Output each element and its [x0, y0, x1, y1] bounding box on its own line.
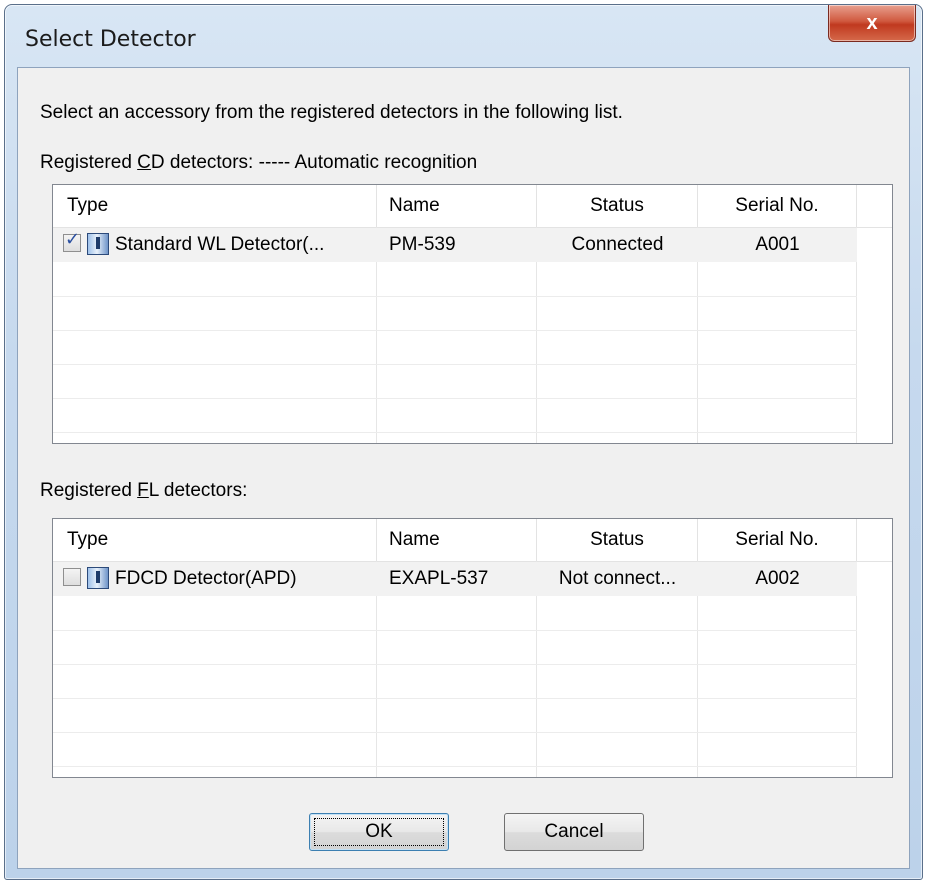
cd-detectors-label: Registered CD detectors: ----- Automatic… [40, 152, 478, 173]
cancel-button[interactable]: Cancel [504, 813, 644, 851]
table-row[interactable]: FDCD Detector(APD) EXAPL-537 Not connect… [53, 562, 857, 596]
ok-button[interactable]: OK [309, 813, 449, 851]
column-header-serial[interactable]: Serial No. [698, 519, 857, 561]
detector-icon [87, 567, 109, 589]
column-header-name[interactable]: Name [377, 519, 537, 561]
cell-name: PM-539 [389, 234, 456, 255]
dialog-body: Select an accessory from the registered … [17, 67, 910, 869]
close-icon: x [866, 11, 878, 34]
dialog-title: Select Detector [25, 27, 196, 52]
cell-type: FDCD Detector(APD) [115, 568, 297, 589]
instruction-text: Select an accessory from the registered … [40, 102, 623, 123]
column-header-name[interactable]: Name [377, 185, 537, 227]
cell-status: Not connect... [558, 568, 677, 589]
cell-name: EXAPL-537 [389, 568, 489, 589]
column-header-serial[interactable]: Serial No. [698, 185, 857, 227]
fl-detectors-list[interactable]: Type Name Status Serial No. FDCD Detecto… [52, 518, 893, 778]
cell-type: Standard WL Detector(... [115, 234, 325, 255]
focus-rectangle [314, 818, 444, 846]
column-header-type[interactable]: Type [53, 519, 377, 561]
row-checkbox[interactable] [63, 568, 81, 586]
cancel-button-label: Cancel [544, 821, 604, 842]
cd-detectors-list[interactable]: Type Name Status Serial No. Standard WL … [52, 184, 893, 444]
column-header-type[interactable]: Type [53, 185, 377, 227]
fl-list-header: Type Name Status Serial No. [53, 519, 892, 562]
cd-list-header: Type Name Status Serial No. [53, 185, 892, 228]
table-row[interactable]: Standard WL Detector(... PM-539 Connecte… [53, 228, 857, 262]
dialog-window: Select Detector x Select an accessory fr… [4, 4, 923, 880]
title-bar[interactable]: Select Detector x [5, 5, 922, 67]
detector-icon [87, 233, 109, 255]
column-header-status[interactable]: Status [537, 519, 698, 561]
cell-serial: A002 [755, 568, 800, 589]
cell-status: Connected [571, 234, 664, 255]
close-button[interactable]: x [828, 5, 916, 42]
row-checkbox[interactable] [63, 229, 81, 252]
fl-detectors-label: Registered FL detectors: [40, 480, 248, 501]
column-header-status[interactable]: Status [537, 185, 698, 227]
cell-serial: A001 [755, 234, 800, 255]
